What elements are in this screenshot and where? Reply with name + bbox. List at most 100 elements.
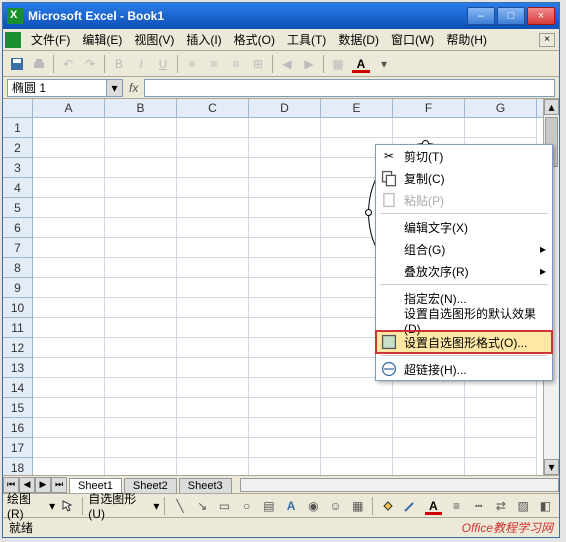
line-color-icon[interactable]: [401, 496, 420, 516]
cell[interactable]: [33, 278, 105, 298]
menu-file[interactable]: 文件(F): [25, 29, 76, 50]
col-header-d[interactable]: D: [249, 99, 321, 117]
cell[interactable]: [105, 338, 177, 358]
cell[interactable]: [465, 118, 537, 138]
cell[interactable]: [105, 178, 177, 198]
cm-group[interactable]: 组合(G) ▸: [376, 238, 552, 260]
cm-cut[interactable]: ✂ 剪切(T): [376, 145, 552, 167]
cell[interactable]: [177, 258, 249, 278]
cell[interactable]: [249, 438, 321, 458]
cell[interactable]: [105, 298, 177, 318]
indent-increase-icon[interactable]: ▶: [299, 54, 319, 74]
cell[interactable]: [249, 358, 321, 378]
row-header[interactable]: 7: [3, 238, 33, 258]
cell[interactable]: [321, 438, 393, 458]
cell[interactable]: [33, 298, 105, 318]
maximize-button[interactable]: □: [497, 7, 525, 25]
cell[interactable]: [105, 258, 177, 278]
cell[interactable]: [33, 358, 105, 378]
cell[interactable]: [33, 158, 105, 178]
close-doc-button[interactable]: ×: [539, 33, 555, 47]
row-header[interactable]: 8: [3, 258, 33, 278]
cell[interactable]: [33, 118, 105, 138]
merge-icon[interactable]: ⊞: [248, 54, 268, 74]
cell[interactable]: [105, 198, 177, 218]
cell[interactable]: [177, 158, 249, 178]
minimize-button[interactable]: –: [467, 7, 495, 25]
cell[interactable]: [393, 118, 465, 138]
cell[interactable]: [33, 378, 105, 398]
menu-view[interactable]: 视图(V): [128, 29, 180, 50]
align-left-icon[interactable]: ≡: [182, 54, 202, 74]
col-header-g[interactable]: G: [465, 99, 537, 117]
cell[interactable]: [177, 378, 249, 398]
line-icon[interactable]: ╲: [170, 496, 189, 516]
cell[interactable]: [465, 418, 537, 438]
cell[interactable]: [321, 398, 393, 418]
cell[interactable]: [465, 398, 537, 418]
cell[interactable]: [33, 438, 105, 458]
cell[interactable]: [33, 238, 105, 258]
cell[interactable]: [33, 218, 105, 238]
col-header-f[interactable]: F: [393, 99, 465, 117]
cell[interactable]: [321, 118, 393, 138]
cell[interactable]: [177, 418, 249, 438]
cell[interactable]: [105, 318, 177, 338]
row-header[interactable]: 3: [3, 158, 33, 178]
scroll-down-icon[interactable]: ▾: [544, 459, 559, 475]
cell[interactable]: [321, 418, 393, 438]
cell[interactable]: [249, 458, 321, 475]
row-header[interactable]: 14: [3, 378, 33, 398]
resize-handle-icon[interactable]: [365, 209, 372, 216]
cell[interactable]: [33, 458, 105, 475]
bold-button[interactable]: B: [109, 54, 129, 74]
cell[interactable]: [249, 338, 321, 358]
indent-decrease-icon[interactable]: ◀: [277, 54, 297, 74]
toolbar-overflow-icon[interactable]: ▾: [374, 54, 394, 74]
cell[interactable]: [177, 178, 249, 198]
menu-window[interactable]: 窗口(W): [385, 29, 440, 50]
diagram-icon[interactable]: ◉: [304, 496, 323, 516]
select-icon[interactable]: [58, 496, 77, 516]
scroll-up-icon[interactable]: ▴: [544, 99, 559, 115]
formula-bar[interactable]: [144, 79, 555, 97]
draw-menu[interactable]: 绘图(R): [7, 490, 46, 521]
cell[interactable]: [105, 218, 177, 238]
cell[interactable]: [249, 418, 321, 438]
cell[interactable]: [249, 138, 321, 158]
autoshapes-menu[interactable]: 自选图形(U): [88, 490, 150, 521]
cell[interactable]: [465, 458, 537, 475]
cell[interactable]: [465, 378, 537, 398]
cell[interactable]: [249, 398, 321, 418]
col-header-a[interactable]: A: [33, 99, 105, 117]
fx-label[interactable]: fx: [129, 81, 138, 95]
cell[interactable]: [249, 278, 321, 298]
col-header-e[interactable]: E: [321, 99, 393, 117]
clipart-icon[interactable]: ☺: [326, 496, 345, 516]
borders-icon[interactable]: ▦: [328, 54, 348, 74]
cell[interactable]: [249, 198, 321, 218]
sheet-tab-2[interactable]: Sheet2: [124, 478, 177, 493]
rectangle-icon[interactable]: ▭: [215, 496, 234, 516]
cell[interactable]: [177, 398, 249, 418]
cell[interactable]: [393, 418, 465, 438]
cm-paste[interactable]: 粘贴(P): [376, 189, 552, 211]
select-all-corner[interactable]: [3, 99, 33, 117]
cell[interactable]: [249, 258, 321, 278]
textbox-icon[interactable]: ▤: [259, 496, 278, 516]
cell[interactable]: [249, 378, 321, 398]
cell[interactable]: [33, 338, 105, 358]
row-header[interactable]: 6: [3, 218, 33, 238]
wordart-icon[interactable]: A: [282, 496, 301, 516]
align-center-icon[interactable]: ≡: [204, 54, 224, 74]
cell[interactable]: [105, 398, 177, 418]
align-right-icon[interactable]: ≡: [226, 54, 246, 74]
arrow-style-icon[interactable]: ⇄: [491, 496, 510, 516]
cm-edit-text[interactable]: 编辑文字(X): [376, 216, 552, 238]
menu-data[interactable]: 数据(D): [332, 29, 385, 50]
row-header[interactable]: 11: [3, 318, 33, 338]
cell[interactable]: [177, 118, 249, 138]
cell[interactable]: [177, 358, 249, 378]
cm-format-autoshape[interactable]: 设置自选图形格式(O)...: [376, 331, 552, 353]
menu-edit[interactable]: 编辑(E): [76, 29, 128, 50]
